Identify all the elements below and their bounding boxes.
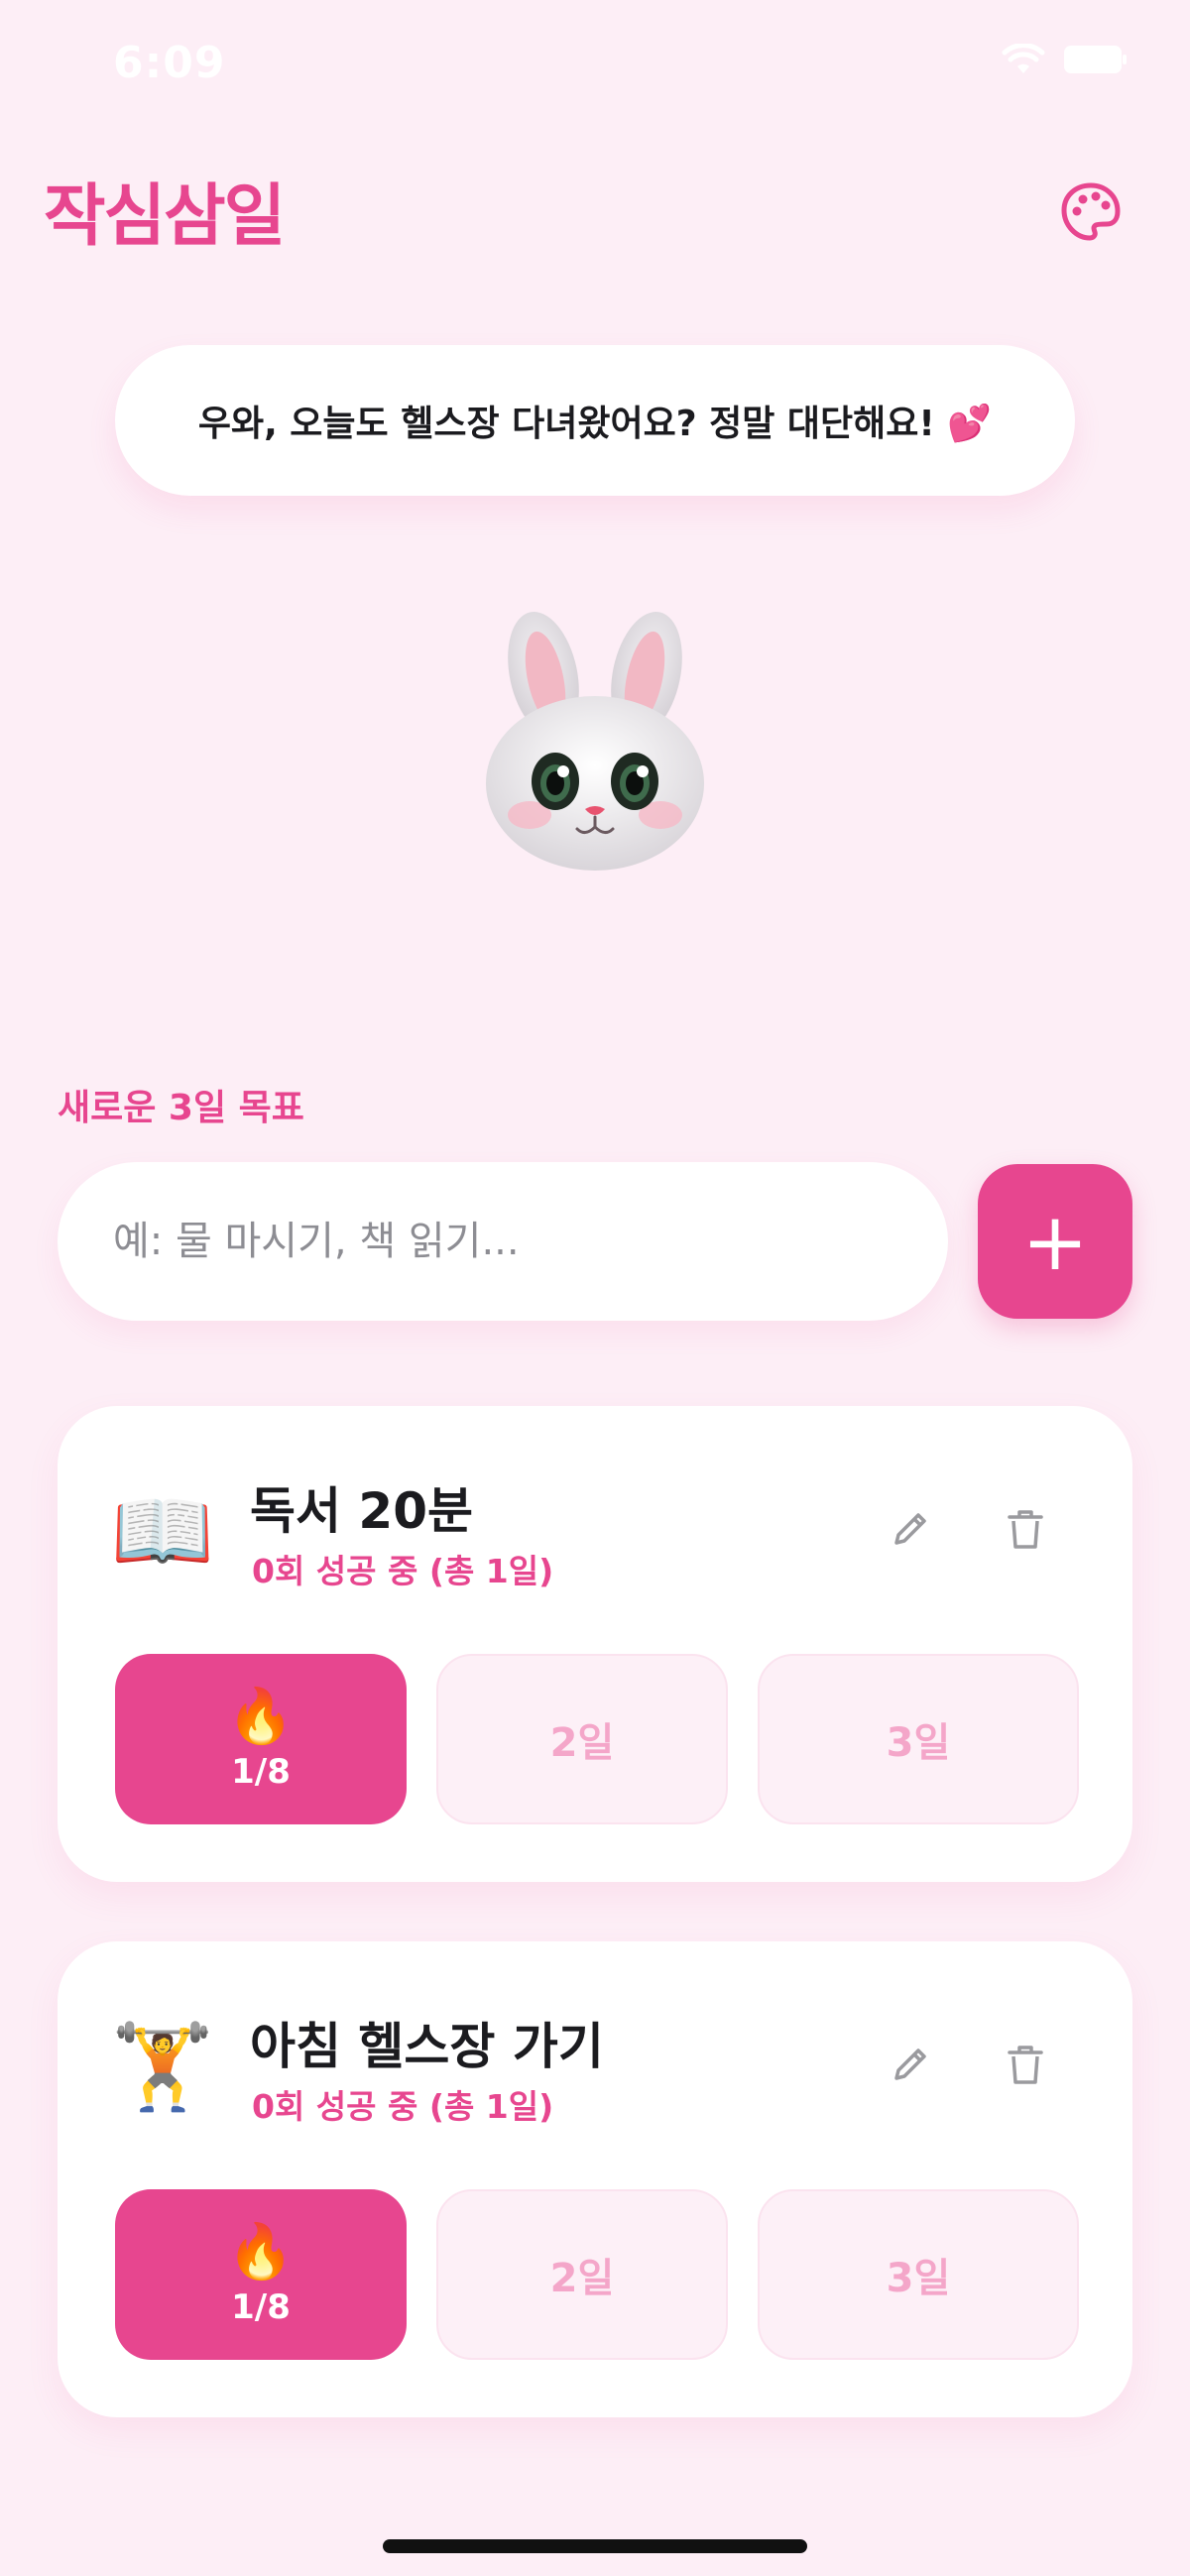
day-label: 3일 <box>886 2256 951 2301</box>
goal-card: 🏋️ 아침 헬스장 가기 0회 성공 중 (총 1일) 🔥 1/8 2일 3일 <box>58 1941 1132 2417</box>
bunny-mascot-icon <box>478 607 712 875</box>
day-label: 2일 <box>549 1720 615 1766</box>
wifi-icon <box>1002 44 1045 75</box>
day-label: 2일 <box>549 2256 615 2301</box>
theme-palette-button[interactable] <box>1043 167 1138 262</box>
fire-icon: 🔥 <box>227 1685 295 1747</box>
battery-icon <box>1063 45 1127 74</box>
trash-icon <box>1004 1507 1047 1555</box>
goal-title: 아침 헬스장 가기 <box>250 2018 604 2075</box>
app-title: 작심삼일 <box>44 177 286 256</box>
day-3-button[interactable]: 3일 <box>758 1654 1079 1824</box>
add-goal-button[interactable]: + <box>978 1164 1132 1319</box>
book-icon: 📖 <box>110 1481 215 1580</box>
day-1-button[interactable]: 🔥 1/8 <box>115 2189 407 2360</box>
pencil-icon <box>889 1507 932 1555</box>
goal-title: 독서 20분 <box>250 1482 473 1540</box>
home-indicator[interactable] <box>383 2539 807 2553</box>
fire-icon: 🔥 <box>227 2220 295 2283</box>
new-goal-label: 새로운 3일 목표 <box>58 1088 304 1128</box>
pencil-icon <box>889 2043 932 2090</box>
new-goal-input[interactable] <box>58 1162 948 1321</box>
goal-card: 📖 독서 20분 0회 성공 중 (총 1일) 🔥 1/8 2일 3일 <box>58 1406 1132 1882</box>
encouragement-bubble: 우와, 오늘도 헬스장 다녀왔어요? 정말 대단해요! 💕 <box>115 345 1075 496</box>
day-2-button[interactable]: 2일 <box>436 1654 728 1824</box>
day-progress: 1/8 <box>231 1752 291 1792</box>
weightlifter-icon: 🏋️ <box>110 2017 215 2115</box>
edit-goal-button[interactable] <box>873 1493 948 1569</box>
status-time: 6:09 <box>113 38 226 88</box>
delete-goal-button[interactable] <box>988 2029 1063 2104</box>
day-label: 3일 <box>886 1720 951 1766</box>
plus-icon: + <box>1021 1195 1089 1288</box>
edit-goal-button[interactable] <box>873 2029 948 2104</box>
status-icons <box>1002 44 1127 75</box>
delete-goal-button[interactable] <box>988 1493 1063 1569</box>
day-1-button[interactable]: 🔥 1/8 <box>115 1654 407 1824</box>
day-2-button[interactable]: 2일 <box>436 2189 728 2360</box>
encouragement-message: 우와, 오늘도 헬스장 다녀왔어요? 정말 대단해요! 💕 <box>197 404 993 444</box>
day-progress: 1/8 <box>231 2287 291 2327</box>
goal-streak-status: 0회 성공 중 (총 1일) <box>252 2087 554 2126</box>
goal-streak-status: 0회 성공 중 (총 1일) <box>252 1552 554 1590</box>
palette-icon <box>1059 180 1123 248</box>
day-3-button[interactable]: 3일 <box>758 2189 1079 2360</box>
trash-icon <box>1004 2043 1047 2090</box>
